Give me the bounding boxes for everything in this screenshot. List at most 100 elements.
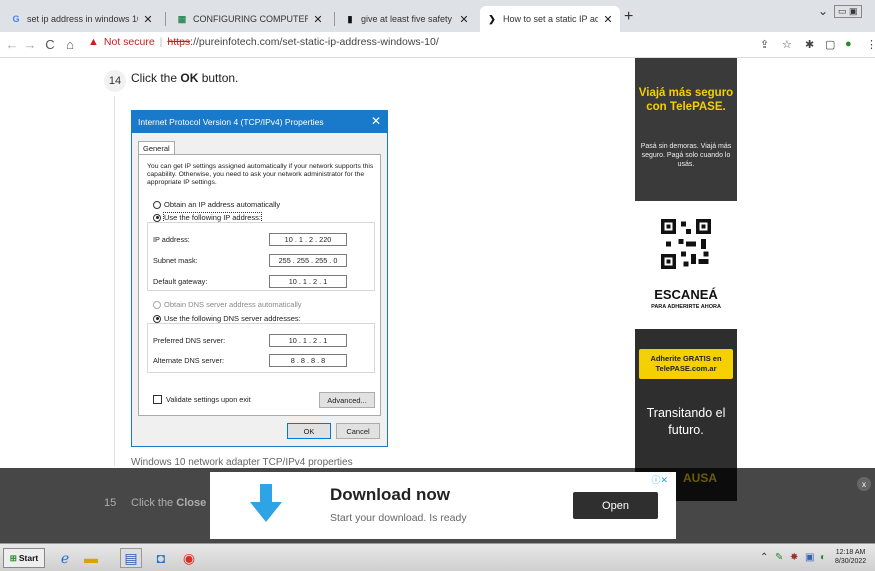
qr-code-icon[interactable] [661, 219, 711, 269]
notepad-icon[interactable]: ▤ [120, 548, 142, 568]
warning-icon: ▲ [88, 36, 99, 48]
step-instruction: Click the OK button. [131, 71, 239, 85]
ip-address-label: IP address: [153, 235, 190, 244]
step-instruction: Click the Close [131, 497, 207, 509]
start-button[interactable]: ⊞ Start [3, 548, 45, 568]
tab-safety[interactable]: ▮ give at least five safety precaution ✕ [338, 6, 476, 32]
tab-title: set ip address in windows 10 - Goo [27, 14, 138, 24]
clock-time: 12:18 AM [835, 549, 866, 556]
ad-subtext: Pasá sin demoras. Viajá más seguro. Pagá… [640, 143, 732, 168]
download-ad-card[interactable]: Download now Start your download. Is rea… [210, 472, 676, 539]
browser-toolbar: ← → C ⌂ ▲ Not secure | https ://pureinfo… [0, 32, 875, 58]
not-secure-label[interactable]: Not secure [104, 36, 155, 48]
separator: | [159, 36, 163, 48]
volume-icon[interactable]: ◐ [820, 552, 826, 563]
step-emphasis: OK [180, 71, 199, 85]
ad-cta-pill: Adherite GRATIS en TelePASE.com.ar [639, 349, 733, 379]
step-number: 14 [104, 70, 126, 92]
home-icon[interactable]: ⌂ [62, 37, 78, 52]
tab-static-ip[interactable]: ❯ How to set a static IP address on W ✕ [480, 6, 620, 32]
tab-configuring[interactable]: ▦ CONFIGURING COMPUTER SYSTEM ✕ [170, 6, 330, 32]
dialog-titlebar: Internet Protocol Version 4 (TCP/IPv4) P… [132, 111, 387, 133]
close-icon: ✕ [370, 114, 381, 128]
ad-headline: Viajá más seguro con TelePASE. [638, 87, 734, 113]
scan-heading: ESCANEÁ [654, 287, 718, 302]
profile-icon[interactable]: ● [845, 38, 852, 50]
download-ad-title: Download now [330, 485, 450, 504]
menu-icon[interactable]: ⋮ [866, 38, 875, 51]
close-tab-icon[interactable]: ✕ [458, 13, 470, 26]
tab-title: give at least five safety precaution [361, 14, 454, 24]
reload-icon[interactable]: C [42, 37, 58, 52]
tab-title: How to set a static IP address on W [503, 14, 598, 24]
alternate-dns-field: 8 . 8 . 8 . 8 [269, 354, 347, 367]
dialog-title: Internet Protocol Version 4 (TCP/IPv4) P… [138, 117, 324, 127]
step-number: 15 [104, 497, 117, 509]
screen: G set ip address in windows 10 - Goo ✕ ▦… [0, 0, 875, 571]
tab-search-icon[interactable]: ⌄ [818, 4, 828, 18]
internet-explorer-icon[interactable]: ℯ [54, 548, 76, 568]
ok-button: OK [287, 423, 331, 439]
extensions-icon[interactable]: ✱ [805, 38, 814, 51]
scan-subheading: PARA ADHERIRTE AHORA [651, 304, 721, 310]
image-caption: Windows 10 network adapter TCP/IPv4 prop… [131, 457, 353, 468]
ipv4-properties-dialog: Internet Protocol Version 4 (TCP/IPv4) P… [131, 110, 388, 447]
subnet-mask-label: Subnet mask: [153, 256, 198, 265]
document-icon: ▦ [177, 13, 187, 24]
checkbox-box [153, 395, 162, 404]
cancel-button: Cancel [336, 423, 380, 439]
download-ad-subtitle: Start your download. Is ready [330, 512, 467, 524]
ad-tagline: Transitando el futuro. [646, 406, 726, 437]
chrome-icon[interactable]: ◉ [178, 548, 200, 568]
windows-logo-icon: ⊞ [9, 552, 17, 563]
dialog-intro: You can get IP settings assigned automat… [147, 163, 374, 186]
radio-dot-selected [153, 314, 161, 323]
forward-icon[interactable]: → [22, 37, 38, 52]
ad-choices-icon[interactable]: ⓘ✕ [651, 473, 668, 486]
tab-strip: G set ip address in windows 10 - Goo ✕ ▦… [0, 0, 875, 32]
keyboard-icon[interactable]: ✎ [775, 552, 783, 563]
advanced-button: Advanced... [319, 392, 375, 408]
clock[interactable]: 12:18 AM 8/30/2022 [835, 548, 866, 566]
open-button[interactable]: Open [573, 492, 658, 519]
antivirus-icon[interactable]: ✸ [790, 552, 798, 563]
address-bar[interactable]: ▲ Not secure | https ://pureinfotech.com… [88, 36, 439, 48]
dialog-panel: You can get IP settings assigned automat… [138, 154, 381, 416]
close-tab-icon[interactable]: ✕ [602, 13, 614, 26]
close-tab-icon[interactable]: ✕ [312, 13, 324, 26]
tab-google-search[interactable]: G set ip address in windows 10 - Goo ✕ [4, 6, 160, 32]
radio-obtain-dns-auto: Obtain DNS server address automatically [153, 300, 302, 309]
radio-dot [153, 200, 161, 209]
window-controls-icon[interactable]: ▭ ▣ [834, 5, 862, 18]
tab-general: General [138, 141, 175, 155]
url-scheme: https [167, 36, 191, 48]
radio-obtain-ip-auto: Obtain an IP address automatically [153, 200, 280, 209]
default-gateway-label: Default gateway: [153, 277, 208, 286]
tray-expand-icon[interactable]: ⌃ [760, 552, 768, 563]
new-tab-button[interactable]: + [624, 8, 633, 26]
download-arrow-icon [250, 484, 282, 522]
file-explorer-icon[interactable]: ▬ [80, 548, 102, 568]
brainly-icon: ▮ [347, 13, 353, 24]
side-panel-icon[interactable]: ▢ [825, 38, 835, 51]
ip-address-field: 10 . 1 . 2 . 220 [269, 233, 347, 246]
tab-title: CONFIGURING COMPUTER SYSTEM [193, 14, 308, 24]
close-tab-icon[interactable]: ✕ [142, 13, 154, 26]
share-icon[interactable]: ⇪ [760, 38, 769, 51]
telepase-ad-top[interactable]: Viajá más seguro con TelePASE. Pasá sin … [635, 58, 737, 201]
back-icon[interactable]: ← [4, 37, 20, 52]
pureinfotech-icon: ❯ [488, 13, 496, 24]
default-gateway-field: 10 . 1 . 2 . 1 [269, 275, 347, 288]
step-connector [114, 96, 115, 466]
validate-settings-checkbox: Validate settings upon exit [153, 395, 251, 404]
preferred-dns-field: 10 . 1 . 2 . 1 [269, 334, 347, 347]
tab-divider [165, 12, 166, 26]
network-icon[interactable]: ▣ [805, 552, 814, 563]
media-player-icon[interactable]: ◘ [150, 548, 172, 568]
google-icon: G [12, 14, 20, 24]
close-ad-button[interactable]: x [857, 477, 871, 491]
subnet-mask-field: 255 . 255 . 255 . 0 [269, 254, 347, 267]
tab-divider [334, 12, 335, 26]
radio-use-static-ip: Use the following IP address: [153, 212, 262, 223]
bookmark-star-icon[interactable]: ☆ [782, 38, 792, 51]
